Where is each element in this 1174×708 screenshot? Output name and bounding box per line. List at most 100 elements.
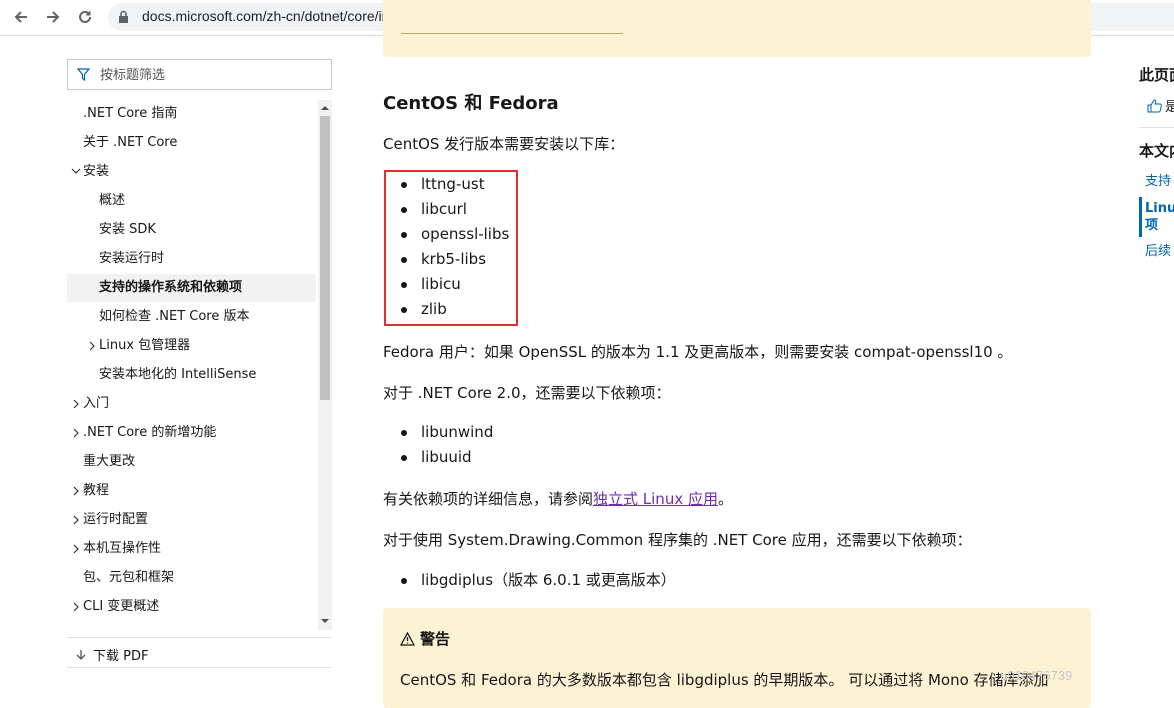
toc-item[interactable]: 安装 [67, 158, 316, 186]
toc-filter-input[interactable] [98, 65, 322, 85]
toc-item-label: 关于 .NET Core [83, 135, 178, 150]
warning-title: 警告 [400, 628, 450, 649]
toc-item[interactable]: .NET Core 的新增功能 [67, 419, 316, 447]
toc-item[interactable]: 安装运行时 [67, 245, 316, 273]
toc-item-label: 概述 [99, 193, 126, 208]
warning-icon [400, 631, 415, 646]
chevron-right-icon[interactable] [86, 332, 98, 360]
right-heading-1: 此页面 [1139, 66, 1174, 84]
details-suffix: 。 [717, 490, 733, 508]
back-arrow-icon [14, 11, 27, 23]
chevron-right-icon[interactable] [70, 506, 82, 534]
toc-item-label: .NET Core 的新增功能 [83, 425, 217, 440]
note-box-top [383, 0, 1091, 57]
toc-item[interactable]: 概述 [67, 187, 316, 215]
reload-icon [79, 10, 91, 23]
warning-title-text: 警告 [420, 630, 451, 648]
toc-item[interactable]: 安装 SDK [67, 216, 316, 244]
fedora-note: Fedora 用户：如果 OpenSSL 的版本为 1.1 及更高版本，则需要安… [383, 343, 1013, 361]
toc-item-label: Linux 包管理器 [99, 338, 191, 353]
toc-bottom-divider [67, 667, 332, 668]
toc-item-label: .NET Core 指南 [83, 106, 178, 121]
toc-item[interactable]: 支持的操作系统和依赖项 [67, 274, 316, 302]
watermark: u010476739 [1000, 668, 1073, 683]
lock-icon [119, 10, 128, 23]
in-page-link-next[interactable]: 后续 [1145, 244, 1171, 260]
toc-item[interactable]: 本机互操作性 [67, 535, 316, 563]
toc-item-label: CLI 变更概述 [83, 599, 160, 614]
toc-item[interactable]: 包、元包和框架 [67, 564, 316, 592]
section-heading: CentOS 和 Fedora [383, 93, 559, 114]
table-of-contents: .NET Core 指南 关于 .NET Core 安装概述安装 SDK 安装运行时支… [67, 100, 316, 630]
in-page-link-linux-cont[interactable]: 项 [1145, 218, 1158, 234]
chevron-right-icon[interactable] [70, 477, 82, 505]
note-link-fragment [401, 33, 623, 34]
thumbs-up-icon [1147, 98, 1162, 112]
netcore2-intro: 对于 .NET Core 2.0，还需要以下依赖项： [383, 384, 671, 402]
chevron-right-icon[interactable] [70, 593, 82, 621]
list-item: libunwind [383, 420, 493, 445]
download-pdf-label: 下载 PDF [93, 649, 149, 664]
in-page-link-linux[interactable]: Linux [1145, 201, 1174, 217]
toc-item-label: 安装 SDK [99, 222, 156, 237]
toc-item[interactable]: 重大更改 [67, 448, 316, 476]
toc-item[interactable]: Linux 包管理器 [67, 332, 316, 360]
feedback-yes-button[interactable]: 是 [1147, 96, 1174, 115]
toc-item-label: 如何检查 .NET Core 版本 [99, 309, 250, 324]
active-indicator [1139, 197, 1142, 237]
self-contained-linux-link[interactable]: 独立式 Linux 应用 [593, 490, 718, 508]
right-divider [1139, 127, 1174, 128]
forward-button[interactable] [42, 6, 64, 28]
toc-item[interactable]: 如何检查 .NET Core 版本 [67, 303, 316, 331]
feedback-yes-label: 是 [1165, 100, 1174, 115]
chevron-right-icon[interactable] [70, 419, 82, 447]
toc-item-label: 重大更改 [83, 454, 136, 469]
drawing-libs-list: libgdiplus（版本 6.0.1 或更高版本） [383, 568, 676, 593]
scroll-thumb[interactable] [320, 116, 330, 400]
warning-text: CentOS 和 Fedora 的大多数版本都包含 libgdiplus 的早期… [400, 671, 1049, 689]
warning-box: 警告 CentOS 和 Fedora 的大多数版本都包含 libgdiplus … [383, 608, 1091, 708]
toc-item-label: 运行时配置 [83, 512, 149, 527]
toc-item-label: 入门 [83, 396, 110, 411]
drawing-intro: 对于使用 System.Drawing.Common 程序集的 .NET Cor… [383, 531, 972, 549]
download-icon [76, 649, 86, 660]
toc-item[interactable]: 关于 .NET Core [67, 129, 316, 157]
toc-item[interactable]: CLI 变更概述 [67, 593, 316, 621]
scroll-up-icon[interactable] [321, 104, 329, 112]
in-page-link-support[interactable]: 支持 [1145, 174, 1171, 190]
centos-intro: CentOS 发行版本需要安装以下库： [383, 135, 625, 153]
right-heading-2: 本文内容 [1139, 142, 1174, 160]
list-item: libgdiplus（版本 6.0.1 或更高版本） [383, 568, 676, 593]
article: CentOS 和 Fedora CentOS 发行版本需要安装以下库： lttn… [383, 0, 1091, 708]
list-item: libuuid [383, 445, 493, 470]
chevron-right-icon[interactable] [70, 390, 82, 418]
back-button[interactable] [10, 6, 32, 28]
toc-item[interactable]: 教程 [67, 477, 316, 505]
chevron-down-icon[interactable] [70, 158, 82, 186]
toc-item[interactable]: .NET Core 指南 [67, 100, 316, 128]
chevron-right-icon[interactable] [70, 535, 82, 563]
details-paragraph: 有关依赖项的详细信息，请参阅独立式 Linux 应用。 [383, 488, 733, 509]
toc-item-label: 安装本地化的 IntelliSense [99, 367, 257, 382]
toc-item-label: 包、元包和框架 [83, 570, 175, 585]
toc-divider [67, 637, 332, 638]
toc-item-label: 教程 [83, 483, 110, 498]
netcore2-libs-list: libunwind libuuid [383, 420, 493, 470]
highlight-annotation [384, 170, 518, 326]
forward-arrow-icon [47, 11, 60, 23]
toc-scrollbar[interactable] [318, 100, 332, 630]
scroll-down-icon[interactable] [321, 617, 329, 625]
download-pdf-link[interactable]: 下载 PDF [75, 645, 148, 664]
details-prefix: 有关依赖项的详细信息，请参阅 [383, 490, 594, 508]
filter-icon [77, 68, 90, 81]
toc-item[interactable]: 入门 [67, 390, 316, 418]
toc-item[interactable]: 运行时配置 [67, 506, 316, 534]
toc-item-label: 安装运行时 [99, 251, 165, 266]
reload-button[interactable] [74, 6, 96, 28]
toc-filter[interactable] [67, 59, 332, 90]
toc-item-label: 安装 [83, 164, 110, 179]
toc-item[interactable]: 安装本地化的 IntelliSense [67, 361, 316, 389]
toc-item-label: 本机互操作性 [83, 541, 162, 556]
toc-item-label: 支持的操作系统和依赖项 [99, 280, 243, 295]
right-rail: 此页面 是 本文内容 支持 Linux 项 后续 [1139, 0, 1174, 695]
